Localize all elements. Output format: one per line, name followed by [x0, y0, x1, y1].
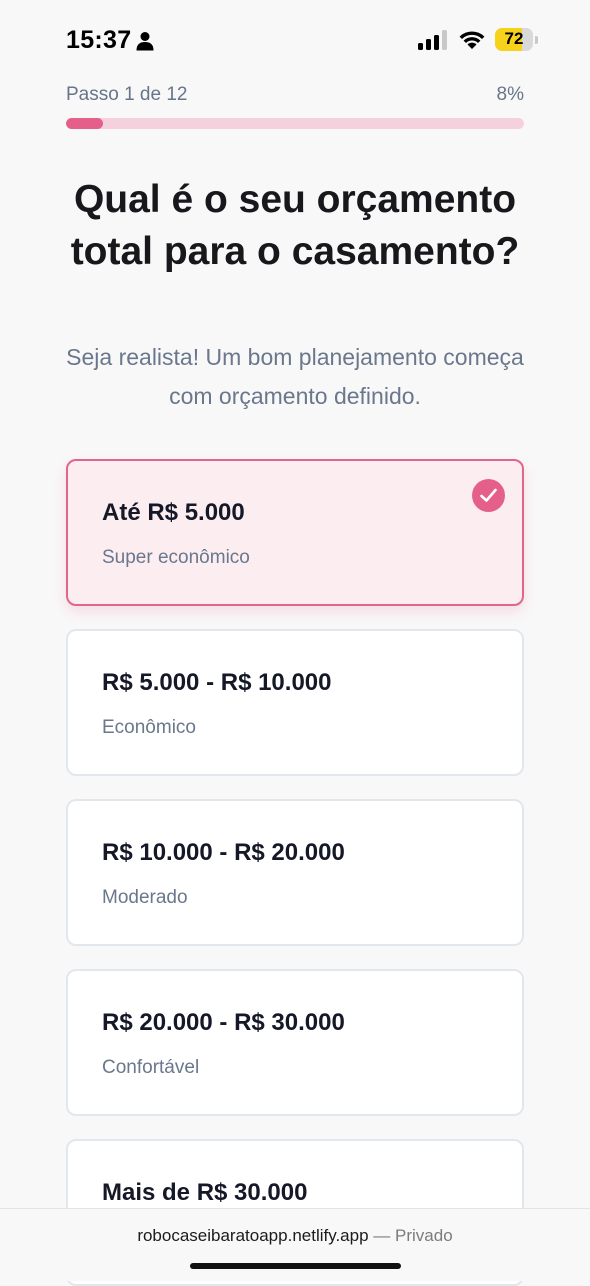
progress-bar: [66, 118, 524, 129]
option-label: Até R$ 5.000: [102, 499, 245, 526]
progress-fill: [66, 118, 103, 129]
battery-level: 72: [504, 29, 524, 48]
wifi-icon: [459, 31, 485, 49]
progress-percent: 8%: [496, 84, 524, 105]
option-card[interactable]: R$ 10.000 - R$ 20.000 Moderado: [66, 799, 524, 946]
question-title: Qual é o seu orçamento total para o casa…: [70, 178, 520, 273]
battery-icon: 72: [495, 28, 539, 51]
check-icon: [472, 479, 505, 512]
option-description: Confortável: [102, 1057, 200, 1078]
option-card[interactable]: R$ 5.000 - R$ 10.000 Econômico: [66, 629, 524, 776]
url-host: robocaseibaratoapp.netlify.app: [137, 1226, 369, 1245]
option-description: Econômico: [102, 717, 196, 738]
status-bar: 15:37 72: [0, 0, 590, 80]
browser-url-bar[interactable]: robocaseibaratoapp.netlify.app — Privado: [0, 1208, 590, 1281]
option-card[interactable]: Até R$ 5.000 Super econômico: [66, 459, 524, 606]
private-mode-label: — Privado: [373, 1226, 453, 1245]
option-description: Moderado: [102, 887, 188, 908]
signal-icon: [418, 30, 447, 50]
option-description: Super econômico: [102, 547, 250, 568]
option-label: Mais de R$ 30.000: [102, 1179, 308, 1206]
battery-body: 72: [495, 28, 533, 51]
home-indicator[interactable]: [190, 1263, 401, 1269]
battery-cap: [535, 36, 538, 44]
question-subtitle: Seja realista! Um bom planejamento começ…: [66, 344, 524, 409]
option-label: R$ 20.000 - R$ 30.000: [102, 1009, 345, 1036]
url-text[interactable]: robocaseibaratoapp.netlify.app — Privado: [0, 1226, 590, 1246]
step-label: Passo 1 de 12: [66, 84, 188, 105]
status-time: 15:37: [66, 26, 132, 54]
person-icon: [136, 32, 154, 51]
option-label: R$ 10.000 - R$ 20.000: [102, 839, 345, 866]
option-label: R$ 5.000 - R$ 10.000: [102, 669, 332, 696]
option-card[interactable]: R$ 20.000 - R$ 30.000 Confortável: [66, 969, 524, 1116]
